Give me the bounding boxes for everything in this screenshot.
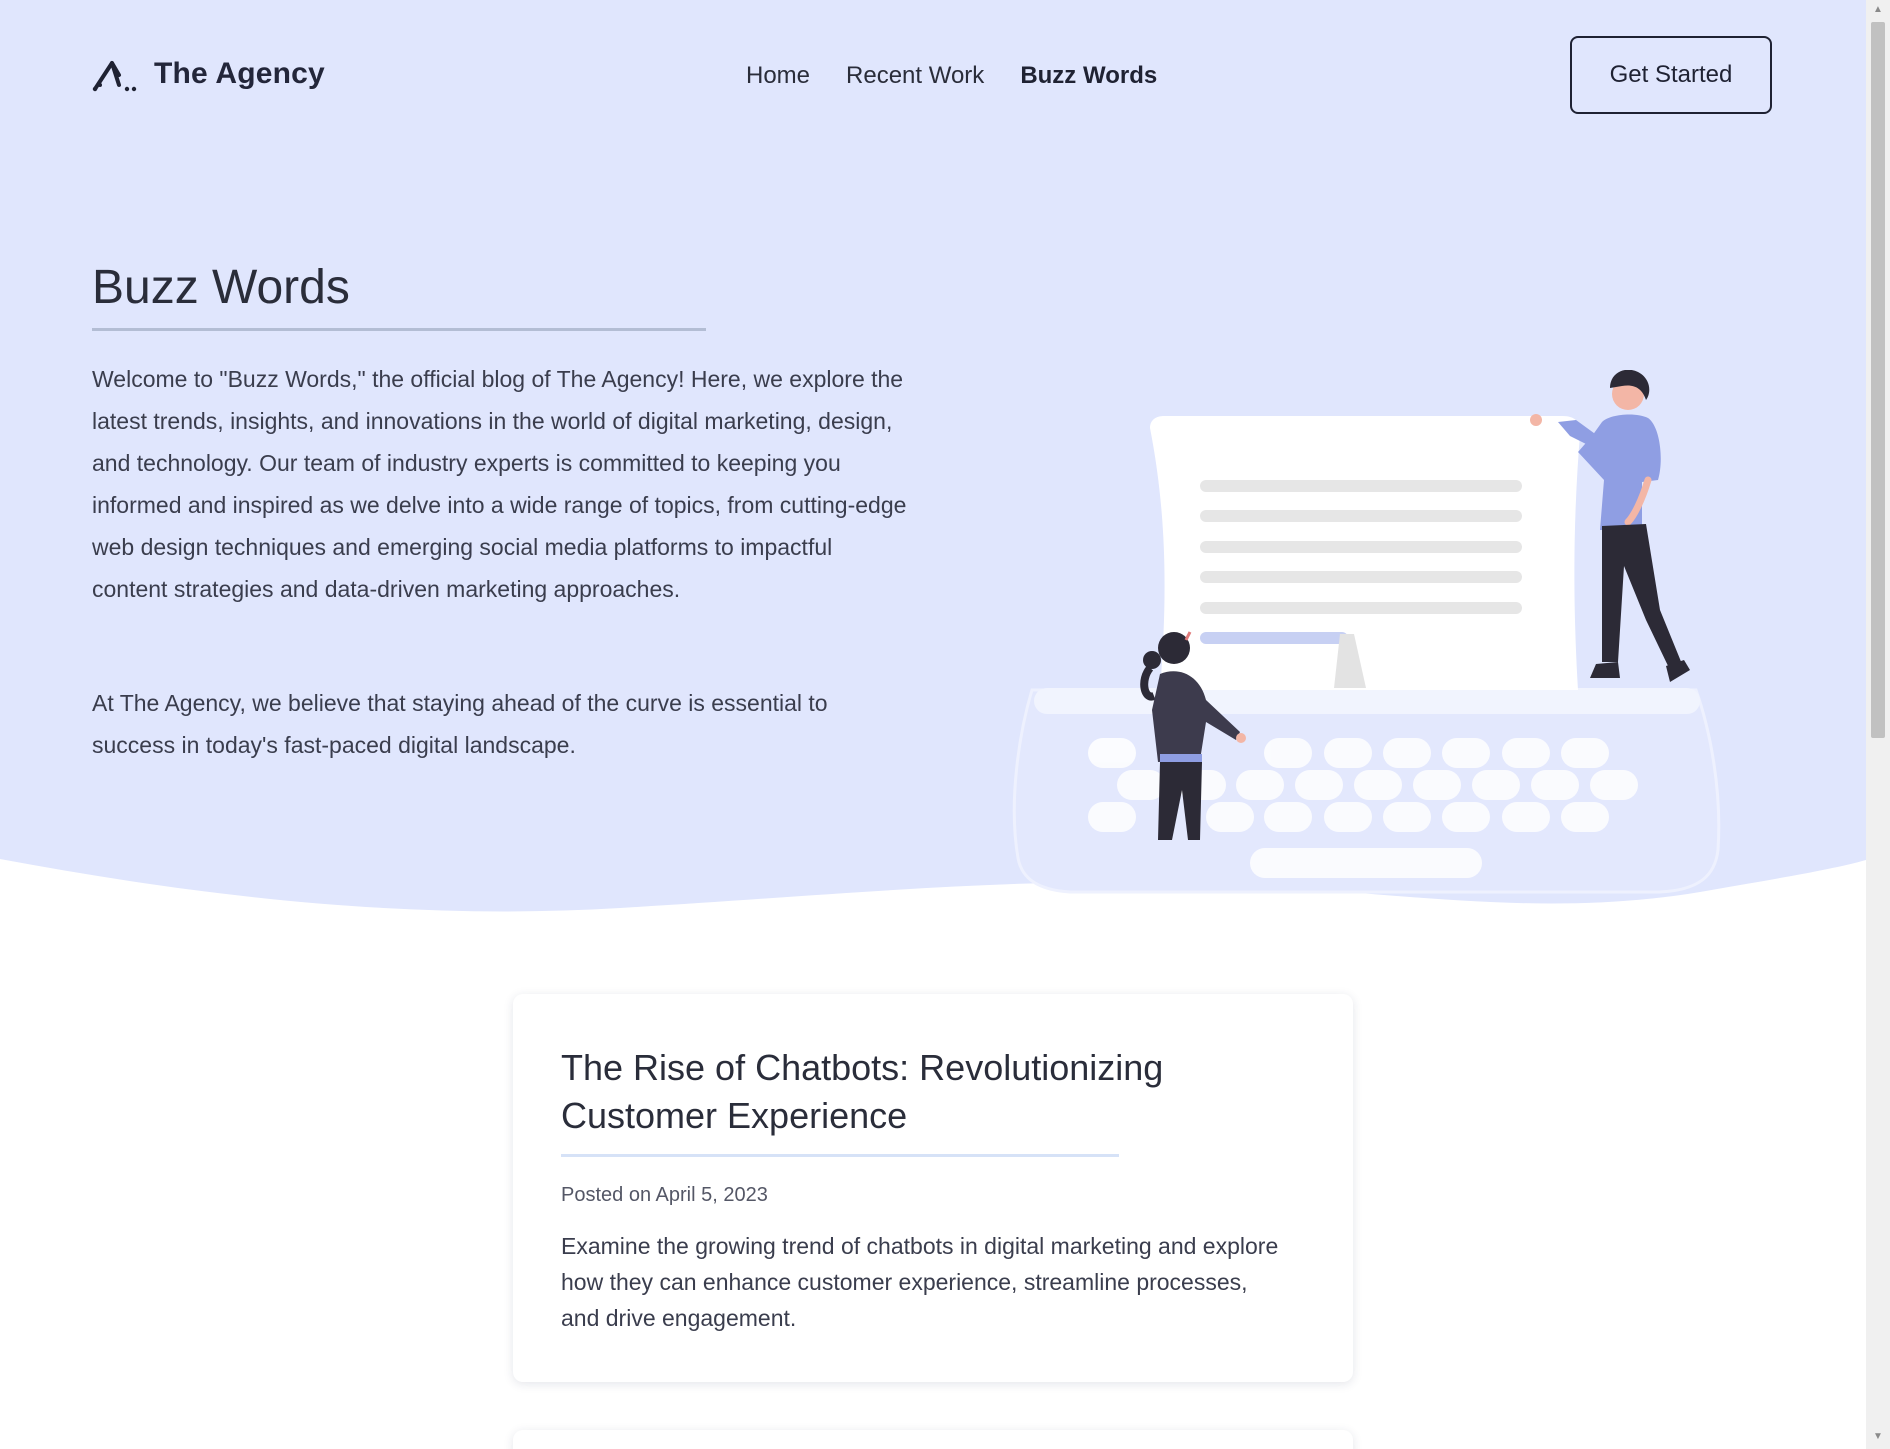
title-divider — [92, 328, 706, 331]
intro-paragraph-2: At The Agency, we believe that staying a… — [92, 690, 828, 758]
blog-post-card-next[interactable] — [513, 1430, 1353, 1449]
post-description: Examine the growing trend of chatbots in… — [561, 1233, 1279, 1331]
scroll-down-arrow-icon[interactable]: ▼ — [1866, 1431, 1890, 1445]
brand[interactable]: The Agency — [92, 55, 325, 93]
agency-logo-icon — [92, 61, 137, 92]
brand-name: The Agency — [154, 57, 325, 90]
top-navigation: The Agency Home Recent Work Buzz Words G… — [0, 0, 1866, 150]
scrollbar-thumb[interactable] — [1871, 22, 1885, 738]
intro-paragraph: Welcome to "Buzz Words," the official bl… — [92, 366, 907, 602]
nav-link-home[interactable]: Home — [746, 62, 810, 90]
vertical-scrollbar[interactable]: ▲ ▼ — [1866, 0, 1890, 1449]
nav-link-recent-work[interactable]: Recent Work — [846, 62, 984, 90]
scroll-up-arrow-icon[interactable]: ▲ — [1866, 4, 1890, 18]
post-date: Posted on April 5, 2023 — [561, 1184, 768, 1206]
get-started-button[interactable]: Get Started — [1570, 36, 1772, 114]
page: The Agency Home Recent Work Buzz Words G… — [0, 0, 1866, 1449]
typewriter-illustration — [1012, 370, 1721, 894]
blog-post-card[interactable]: The Rise of Chatbots: Revolutionizing Cu… — [513, 994, 1353, 1382]
post-title[interactable]: The Rise of Chatbots: Revolutionizing Cu… — [561, 1044, 1321, 1140]
post-title-divider — [561, 1154, 1119, 1157]
page-title: Buzz Words — [92, 261, 350, 314]
nav-links: Home Recent Work Buzz Words — [746, 62, 1193, 90]
nav-link-buzz-words[interactable]: Buzz Words — [1020, 62, 1157, 90]
